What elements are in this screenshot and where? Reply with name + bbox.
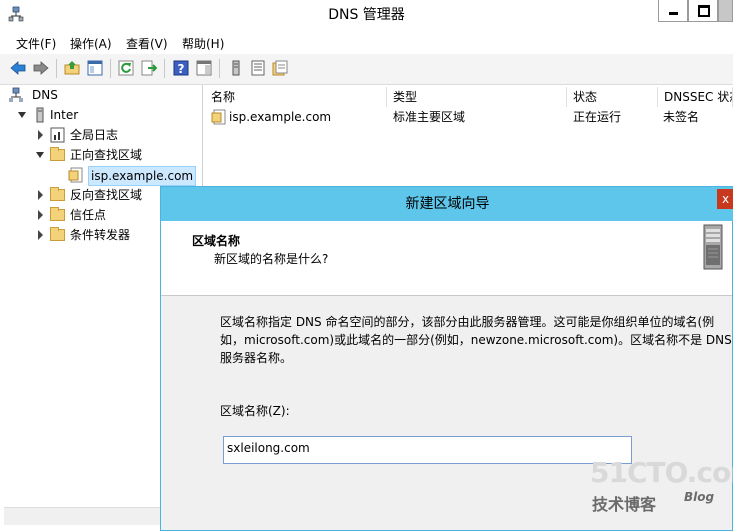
menu-action[interactable]: 操作(A) xyxy=(70,35,112,52)
expand-arrow-icon[interactable] xyxy=(18,112,26,118)
menu-bar: 文件(F) 操作(A) 查看(V) 帮助(H) xyxy=(0,31,733,53)
cell-dnssec: 未签名 xyxy=(663,110,700,124)
wizard-page-subtitle: 新区域的名称是什么? xyxy=(214,252,329,266)
tree-label: 条件转发器 xyxy=(70,228,131,242)
watermark-logo: 51CTO.com xyxy=(590,456,733,489)
column-header-name[interactable]: 名称 xyxy=(205,87,387,107)
toolbar-separator xyxy=(110,59,111,78)
server-icon xyxy=(36,107,44,123)
up-folder-icon[interactable] xyxy=(64,60,80,76)
tree-label: DNS xyxy=(32,88,58,102)
expand-arrow-icon[interactable] xyxy=(38,190,43,200)
tree-label: 反向查找区域 xyxy=(70,188,143,202)
menu-help[interactable]: 帮助(H) xyxy=(182,35,224,52)
maximize-icon xyxy=(698,5,710,17)
title-bar: DNS 管理器 xyxy=(0,0,733,30)
description-line-2: 如，microsoft.com)或此域名的一部分(例如，newzone.micr… xyxy=(220,333,732,347)
minimize-icon xyxy=(669,12,678,15)
help-icon[interactable]: ? xyxy=(173,60,189,76)
tree-label: isp.example.com xyxy=(88,166,197,186)
forward-arrow-icon[interactable] xyxy=(33,60,49,76)
column-header-type[interactable]: 类型 xyxy=(387,87,567,107)
toolbar-separator xyxy=(219,59,220,78)
toolbar-separator xyxy=(164,59,165,78)
server-tower-icon xyxy=(703,224,723,270)
close-button[interactable] xyxy=(718,0,733,22)
toolbar: ? xyxy=(0,54,733,85)
window-title: DNS 管理器 xyxy=(328,7,405,23)
watermark-blog: Blog xyxy=(684,490,715,504)
column-header-dnssec[interactable]: DNSSEC 状态 xyxy=(658,87,733,107)
list-view-icon[interactable] xyxy=(250,60,266,76)
folder-icon xyxy=(50,187,65,201)
menu-view[interactable]: 查看(V) xyxy=(126,35,168,52)
expand-arrow-icon[interactable] xyxy=(38,210,43,220)
column-header-status[interactable]: 状态 xyxy=(567,87,658,107)
tree-label: 信任点 xyxy=(70,208,107,222)
description-line-3: 服务器名称。 xyxy=(220,351,293,365)
tree-label: 正向查找区域 xyxy=(70,148,143,162)
zone-icon xyxy=(211,109,226,125)
svg-text:?: ? xyxy=(178,62,185,76)
dialog-title-bar: 新建区域向导 x xyxy=(161,187,733,221)
cell-status: 正在运行 xyxy=(573,110,622,124)
horizontal-scrollbar[interactable] xyxy=(4,507,161,525)
tree-label: 全局日志 xyxy=(70,128,119,142)
log-icon xyxy=(50,127,65,143)
folder-icon xyxy=(50,207,65,221)
refresh-icon[interactable] xyxy=(118,60,134,76)
wizard-page-title: 区域名称 xyxy=(192,234,241,248)
description-line-1: 区域名称指定 DNS 命名空间的部分，该部分由此服务器管理。这可能是你组织单位的… xyxy=(220,315,715,329)
wizard-header: 区域名称 新区域的名称是什么? xyxy=(161,221,732,296)
zone-name-label: 区域名称(Z): xyxy=(220,404,290,418)
server-icon[interactable] xyxy=(228,60,244,76)
expand-arrow-icon[interactable] xyxy=(36,152,44,158)
menu-file[interactable]: 文件(F) xyxy=(16,35,56,52)
toolbar-separator xyxy=(56,59,57,78)
back-arrow-icon[interactable] xyxy=(10,60,26,76)
dns-icon xyxy=(9,87,23,102)
cell-type: 标准主要区域 xyxy=(393,110,466,124)
minimize-button[interactable] xyxy=(658,0,688,22)
dialog-close-button[interactable]: x xyxy=(717,189,733,209)
zone-icon xyxy=(68,167,83,183)
properties-icon[interactable] xyxy=(272,60,288,76)
zone-name-input[interactable]: sxleilong.com xyxy=(223,436,632,464)
folder-icon xyxy=(50,227,65,241)
console-tree-icon[interactable] xyxy=(87,60,103,76)
tree-label: Inter xyxy=(50,108,79,122)
watermark-text: 技术博客 xyxy=(592,495,657,514)
maximize-button[interactable] xyxy=(688,0,718,22)
expand-arrow-icon[interactable] xyxy=(38,230,43,240)
folder-icon xyxy=(50,147,65,161)
expand-arrow-icon[interactable] xyxy=(38,130,43,140)
export-list-icon[interactable] xyxy=(141,60,157,76)
action-pane-icon[interactable] xyxy=(196,60,212,76)
dialog-title: 新建区域向导 xyxy=(405,196,490,212)
cell-name: isp.example.com xyxy=(229,110,332,124)
